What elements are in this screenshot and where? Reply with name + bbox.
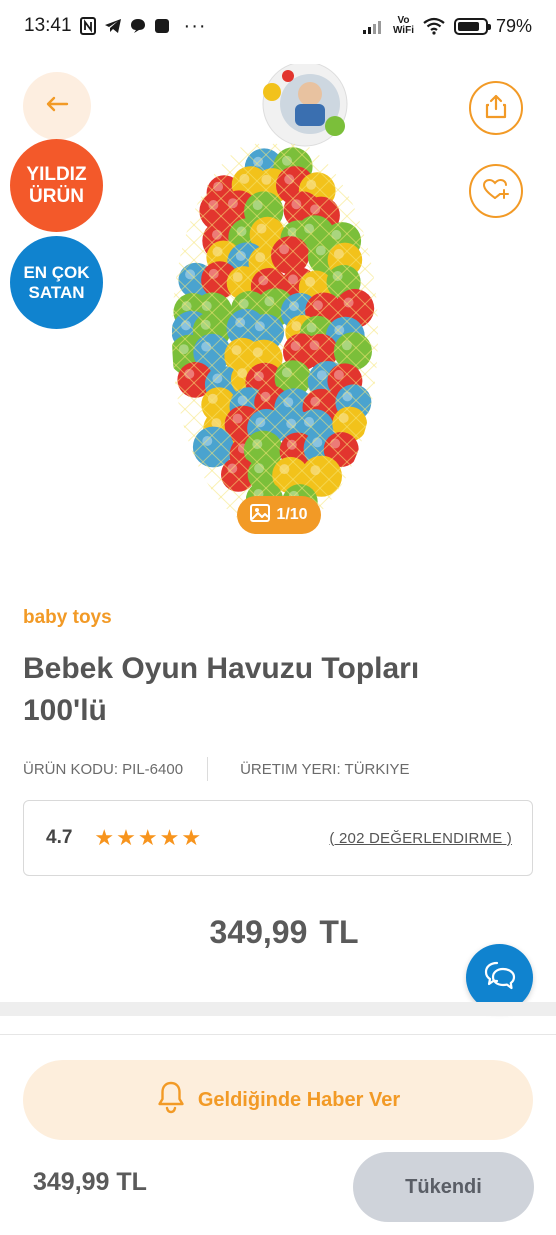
rating-stars: ★ ★ ★ ★ ★: [94, 827, 201, 849]
ball-highlight: [338, 413, 349, 423]
ball-highlight: [342, 391, 353, 402]
star-icon: ★: [159, 825, 180, 850]
ball-highlight: [178, 344, 189, 355]
image-icon: [250, 503, 271, 527]
ball-highlight: [316, 370, 327, 381]
app-icon: [154, 18, 170, 34]
star-badge-line2: ÜRÜN: [29, 185, 84, 207]
star-product-badge: YILDIZ ÜRÜN: [10, 139, 103, 232]
product-tag: [262, 61, 348, 147]
image-counter-text: 1/10: [276, 506, 308, 523]
best-badge-line2: SATAN: [28, 282, 85, 302]
ball-highlight: [201, 301, 212, 311]
rating-box: 4.7 ★ ★ ★ ★ ★ ( 202 DEĞERLENDIRME ): [23, 800, 533, 876]
ball-highlight: [312, 300, 323, 311]
bell-icon: [156, 1080, 186, 1120]
wifi-icon: [422, 17, 446, 35]
ball-highlight: [208, 268, 219, 279]
star-icon: ★: [94, 825, 115, 850]
codes-divider: [207, 757, 209, 781]
share-icon: [484, 93, 508, 124]
back-button[interactable]: [23, 72, 91, 140]
ball-highlight: [334, 325, 345, 336]
price-amount: 349,99: [209, 914, 308, 950]
best-badge-line1: EN ÇOK: [23, 263, 90, 283]
status-bar: 13:41 ··· Vo WiFi 79%: [0, 0, 556, 52]
ball-highlight: [290, 341, 301, 351]
product-image[interactable]: [160, 61, 390, 534]
ball-highlight: [255, 417, 266, 428]
price-currency: TL: [319, 914, 359, 950]
ball-highlight: [331, 229, 342, 240]
heart-plus-icon: [482, 177, 510, 206]
vowifi-indicator: Vo WiFi: [393, 16, 414, 36]
ball-highlight: [212, 373, 223, 384]
ball-highlight: [279, 464, 290, 475]
ball-highlight: [283, 397, 294, 408]
production-origin: ÜRETIM YERI: TÜRKIYE: [240, 760, 410, 778]
telegram-icon: [104, 18, 122, 34]
bottom-bar-divider: [0, 1034, 556, 1035]
product-photo: [172, 61, 378, 532]
battery-icon: [453, 17, 491, 35]
ball-highlight: [312, 437, 323, 448]
status-time: 13:41: [24, 15, 72, 36]
product-price: 349,99 TL: [0, 914, 556, 951]
star-icon: ★: [137, 825, 158, 850]
product-title-line1: Bebek Oyun Havuzu Topları: [23, 652, 420, 685]
best-seller-badge: EN ÇOK SATAN: [10, 236, 103, 329]
image-counter[interactable]: 1/10: [237, 496, 321, 534]
nfc-icon: [79, 17, 96, 35]
ball-highlight: [254, 463, 265, 474]
ball-highlight: [291, 199, 302, 210]
chat-bubbles-icon: [483, 959, 517, 996]
vowifi-bottom: WiFi: [392, 25, 414, 36]
ball-highlight: [238, 298, 249, 309]
product-title-line2: 100'lü: [23, 694, 107, 727]
bottom-price: 349,99 TL: [33, 1168, 147, 1196]
product-page: 13:41 ··· Vo WiFi 79% YILDIZ ÜRÜN EN ÇOK…: [0, 0, 556, 1235]
share-button[interactable]: [469, 81, 523, 135]
ball-highlight: [291, 321, 302, 332]
star-icon: ★: [181, 825, 202, 850]
signal-icon: [362, 18, 385, 34]
notify-label: Geldiğinde Haber Ver: [197, 1088, 401, 1111]
battery-level: [457, 21, 479, 31]
balls-group: [172, 147, 375, 520]
battery-percent: 79%: [495, 15, 532, 36]
ball-highlight: [284, 174, 295, 185]
section-divider: [0, 1002, 556, 1016]
chat-button[interactable]: [466, 944, 533, 1011]
product-code: ÜRÜN KODU: PIL-6400: [23, 760, 184, 778]
brand-link[interactable]: baby toys: [23, 607, 112, 629]
reviews-link[interactable]: ( 202 DEĞERLENDIRME ): [329, 830, 512, 847]
message-icon: [130, 18, 146, 34]
sold-out-button[interactable]: Tükendi: [353, 1152, 534, 1222]
ball-highlight: [286, 418, 297, 429]
ball-highlight: [211, 418, 222, 429]
more-notifications-icon: ···: [183, 14, 207, 37]
star-icon: ★: [116, 825, 136, 850]
arrow-left-icon: [45, 96, 69, 117]
ball-highlight: [207, 393, 218, 404]
ball-highlight: [237, 395, 248, 406]
notify-when-available-button[interactable]: Geldiğinde Haber Ver: [23, 1060, 533, 1140]
ball-highlight: [332, 271, 343, 281]
star-badge-line1: YILDIZ: [26, 164, 87, 186]
add-to-favorites-button[interactable]: [469, 164, 523, 218]
product-title: Bebek Oyun Havuzu Topları 100'lü: [23, 648, 523, 732]
product-codes: ÜRÜN KODU: PIL-6400 ÜRETIM YERI: TÜRKIYE: [23, 757, 533, 781]
rating-value: 4.7: [46, 827, 73, 848]
